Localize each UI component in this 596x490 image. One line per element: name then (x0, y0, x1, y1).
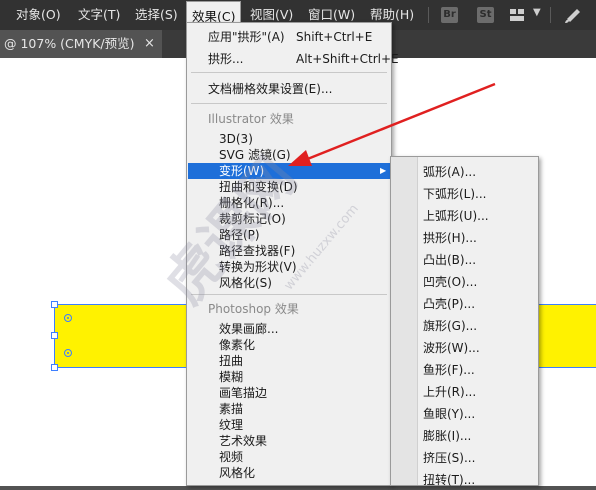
selection-handle[interactable] (51, 332, 58, 339)
submenu-item-bulge[interactable]: 凸出(B)... (423, 250, 476, 270)
stock-icon[interactable]: St (477, 7, 494, 23)
submenu-item-twist[interactable]: 扭转(T)... (423, 470, 475, 490)
submenu-item-arc-upper[interactable]: 上弧形(U)... (423, 206, 489, 226)
menu-item-sketch[interactable]: 素描 (188, 401, 390, 417)
anchor-point[interactable] (64, 314, 72, 322)
bridge-icon[interactable]: Br (441, 7, 458, 23)
menu-item-brush-strokes[interactable]: 画笔描边 (188, 385, 390, 401)
close-icon[interactable]: × (144, 30, 155, 58)
document-tab[interactable]: @ 107% (CMYK/预览) × (0, 30, 162, 58)
menubar-divider (428, 7, 429, 23)
submenu-item-fisheye[interactable]: 鱼眼(Y)... (423, 404, 475, 424)
menu-item-distort[interactable]: 扭曲 (188, 353, 390, 369)
menu-item-path[interactable]: 路径(P) (188, 227, 390, 243)
menu-select[interactable]: 选择(S) (135, 0, 178, 30)
menu-type[interactable]: 文字(T) (78, 0, 120, 30)
illustrator-effects-heading: Illustrator 效果 (208, 112, 294, 126)
submenu-item-arch[interactable]: 拱形(H)... (423, 228, 477, 248)
menu-item-3d[interactable]: 3D(3) (188, 131, 390, 147)
chevron-down-icon[interactable]: ▼ (533, 7, 541, 18)
menu-separator (191, 72, 387, 73)
brush-icon[interactable] (563, 6, 583, 24)
photoshop-effects-heading: Photoshop 效果 (208, 302, 299, 316)
menu-item-last-effect[interactable]: 拱形... Alt+Shift+Ctrl+E (188, 51, 399, 67)
submenu-icon-gutter (391, 157, 418, 485)
menu-item-apply-last-effect[interactable]: 应用"拱形"(A) Shift+Ctrl+E (188, 29, 390, 45)
menu-item-document-raster-settings[interactable]: 文档栅格效果设置(E)... (188, 81, 390, 97)
menu-item-video[interactable]: 视频 (188, 449, 390, 465)
menu-item-distort-transform[interactable]: 扭曲和变换(D) (188, 179, 390, 195)
menu-item-warp[interactable]: 变形(W) ▶ (188, 163, 390, 179)
menu-item-pixelate[interactable]: 像素化 (188, 337, 390, 353)
submenu-item-flag[interactable]: 旗形(G)... (423, 316, 477, 336)
warp-submenu: 弧形(A)... 下弧形(L)... 上弧形(U)... 拱形(H)... 凸出… (390, 156, 539, 487)
document-tab-title: @ 107% (CMYK/预览) (4, 36, 135, 51)
menubar-divider (550, 7, 551, 23)
menu-item-svg-filters[interactable]: SVG 滤镜(G) (188, 147, 390, 163)
menu-item-pathfinder[interactable]: 路径查找器(F) (188, 243, 390, 259)
selection-handle[interactable] (51, 364, 58, 371)
menu-separator (191, 294, 387, 295)
submenu-item-arc[interactable]: 弧形(A)... (423, 162, 476, 182)
menu-separator (191, 103, 387, 104)
effect-menu-dropdown: 应用"拱形"(A) Shift+Ctrl+E 拱形... Alt+Shift+C… (186, 22, 399, 486)
submenu-item-inflate[interactable]: 膨胀(I)... (423, 426, 471, 446)
menu-item-artistic[interactable]: 艺术效果 (188, 433, 390, 449)
menu-item-effect-gallery[interactable]: 效果画廊... (188, 321, 390, 337)
submenu-item-arc-lower[interactable]: 下弧形(L)... (423, 184, 487, 204)
workspace-grid-icon[interactable] (510, 9, 524, 21)
anchor-point[interactable] (64, 349, 72, 357)
submenu-item-shell-upper[interactable]: 凸壳(P)... (423, 294, 475, 314)
submenu-item-shell-lower[interactable]: 凹壳(O)... (423, 272, 477, 292)
submenu-item-rise[interactable]: 上升(R)... (423, 382, 476, 402)
menu-item-ps-stylize[interactable]: 风格化 (188, 465, 390, 481)
menu-item-blur[interactable]: 模糊 (188, 369, 390, 385)
menu-object[interactable]: 对象(O) (16, 0, 61, 30)
submenu-item-fish[interactable]: 鱼形(F)... (423, 360, 475, 380)
menu-item-texture[interactable]: 纹理 (188, 417, 390, 433)
selection-handle[interactable] (51, 301, 58, 308)
submenu-item-squeeze[interactable]: 挤压(S)... (423, 448, 475, 468)
submenu-item-wave[interactable]: 波形(W)... (423, 338, 480, 358)
